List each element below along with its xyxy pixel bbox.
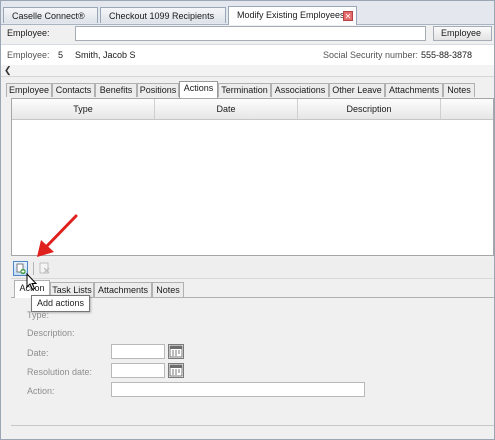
employee-info-row: Employee: 5 Smith, Jacob S Social Securi… xyxy=(1,44,494,66)
tab-associations[interactable]: Associations xyxy=(271,83,329,97)
employee-lookup-row: Employee: Employee xyxy=(1,25,494,43)
actions-grid-header: Type Date Description xyxy=(12,99,493,120)
tab-employee[interactable]: Employee xyxy=(6,83,52,97)
application-window: Caselle Connect® Checkout 1099 Recipient… xyxy=(0,0,495,440)
action-label: Action: xyxy=(27,386,55,396)
tab-actions[interactable]: Actions xyxy=(179,81,218,98)
delete-action-icon xyxy=(39,262,50,274)
doc-tab-modify-existing-employees[interactable]: Modify Existing Employees ✕ xyxy=(228,6,357,25)
tab-notes[interactable]: Notes xyxy=(443,83,475,97)
tab-detail-attachments[interactable]: Attachments xyxy=(94,282,152,297)
delete-action-button[interactable] xyxy=(38,261,52,276)
actions-grid[interactable]: Type Date Description xyxy=(11,98,494,256)
date-label: Date: xyxy=(27,348,49,358)
tab-attachments[interactable]: Attachments xyxy=(385,83,443,97)
horizontal-scrollbar[interactable]: ❮ xyxy=(1,65,494,77)
doc-tab-label: Caselle Connect® xyxy=(12,11,85,21)
type-label: Type: xyxy=(27,310,50,320)
doc-tab-checkout-1099[interactable]: Checkout 1099 Recipients xyxy=(100,7,226,23)
employee-name: Smith, Jacob S xyxy=(75,50,136,60)
tab-contacts[interactable]: Contacts xyxy=(52,83,95,97)
resolution-date-label: Resolution date: xyxy=(27,367,93,377)
tab-termination[interactable]: Termination xyxy=(218,83,271,97)
employee-lookup-label: Employee: xyxy=(7,28,50,38)
date-picker-button[interactable] xyxy=(168,344,184,359)
description-label: Description: xyxy=(27,328,75,338)
column-header-description[interactable]: Description xyxy=(298,99,441,119)
calendar-icon xyxy=(169,364,183,377)
actions-toolbar xyxy=(11,259,494,279)
calendar-icon xyxy=(169,345,183,358)
date-field[interactable] xyxy=(111,344,165,359)
close-icon[interactable]: ✕ xyxy=(343,11,353,21)
document-tab-strip: Caselle Connect® Checkout 1099 Recipient… xyxy=(1,1,494,25)
chevron-left-icon[interactable]: ❮ xyxy=(4,65,12,76)
tab-positions[interactable]: Positions xyxy=(137,83,179,97)
ssn-label: Social Security number: xyxy=(323,50,419,60)
section-tab-strip: Employee Contacts Benefits Positions Act… xyxy=(1,81,494,98)
employee-info-label: Employee: xyxy=(7,50,50,60)
column-header-type[interactable]: Type xyxy=(12,99,155,119)
employee-lookup-button[interactable]: Employee xyxy=(433,26,492,41)
cursor-icon xyxy=(26,273,38,291)
doc-tab-caselle-connect[interactable]: Caselle Connect® xyxy=(3,7,98,23)
doc-tab-label: Modify Existing Employees xyxy=(237,10,345,20)
panel-divider xyxy=(11,425,494,426)
employee-lookup-input[interactable] xyxy=(75,26,426,41)
tab-other-leave[interactable]: Other Leave xyxy=(329,83,385,97)
resolution-date-picker-button[interactable] xyxy=(168,363,184,378)
employee-number: 5 xyxy=(58,50,64,60)
doc-tab-label: Checkout 1099 Recipients xyxy=(109,11,215,21)
action-field[interactable] xyxy=(111,382,365,397)
resolution-date-field[interactable] xyxy=(111,363,165,378)
tab-detail-notes[interactable]: Notes xyxy=(152,282,184,297)
tab-benefits[interactable]: Benefits xyxy=(95,83,137,97)
red-arrow-annotation xyxy=(37,214,78,257)
ssn-value: 555-88-3878 xyxy=(421,50,473,60)
column-header-date[interactable]: Date xyxy=(155,99,298,119)
